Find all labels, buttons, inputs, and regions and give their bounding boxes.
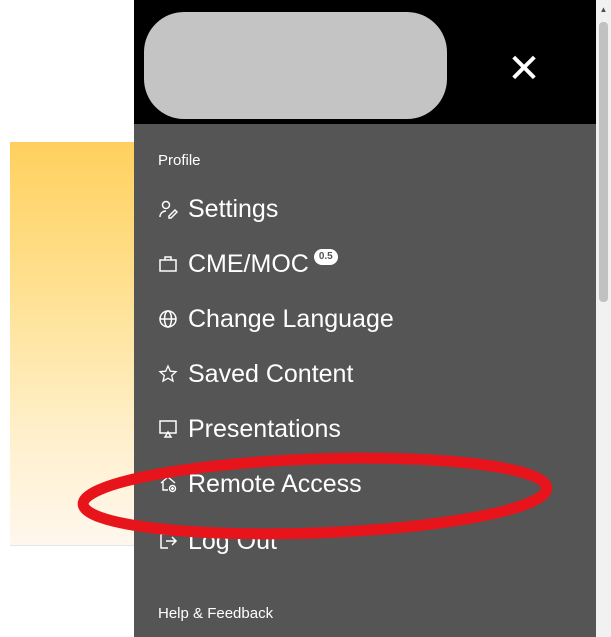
- menu-item-label: Settings: [188, 194, 279, 223]
- menu-item-label: Change Language: [188, 304, 394, 333]
- settings-person-icon: [158, 199, 178, 219]
- menu-item-settings[interactable]: Settings: [158, 191, 278, 227]
- menu-item-label: Log Out: [188, 526, 277, 555]
- menu-item-log-out[interactable]: Log Out: [158, 523, 277, 559]
- credit-badge: 0.5: [313, 249, 338, 265]
- scrollbar[interactable]: ▲: [596, 0, 611, 637]
- menu-item-label: Saved Content: [188, 359, 354, 388]
- profile-menu: ✕ Profile Settings CME/MOC 0.5 Change La…: [134, 0, 596, 637]
- menu-item-cme-moc[interactable]: CME/MOC 0.5: [158, 246, 338, 282]
- section-label-profile: Profile: [158, 152, 201, 169]
- presentation-icon: [158, 419, 178, 439]
- menu-item-label: CME/MOC: [188, 249, 309, 278]
- close-button[interactable]: ✕: [502, 44, 546, 94]
- section-label-help-feedback: Help & Feedback: [158, 605, 274, 622]
- menu-item-change-language[interactable]: Change Language: [158, 301, 394, 337]
- briefcase-icon: [158, 254, 178, 274]
- menu-item-presentations[interactable]: Presentations: [158, 411, 341, 447]
- scroll-thumb[interactable]: [599, 22, 608, 302]
- remote-home-icon: [158, 474, 178, 494]
- logout-icon: [158, 531, 178, 551]
- menu-header: ✕: [134, 0, 596, 124]
- menu-item-label: Presentations: [188, 414, 341, 443]
- globe-icon: [158, 309, 178, 329]
- menu-item-label: Remote Access: [188, 469, 362, 498]
- menu-item-saved-content[interactable]: Saved Content: [158, 356, 353, 392]
- menu-item-remote-access[interactable]: Remote Access: [158, 466, 362, 502]
- scroll-up-arrow-icon[interactable]: ▲: [596, 5, 611, 14]
- background-banner: [10, 142, 134, 546]
- star-icon: [158, 364, 178, 384]
- redacted-user-name: [144, 12, 447, 119]
